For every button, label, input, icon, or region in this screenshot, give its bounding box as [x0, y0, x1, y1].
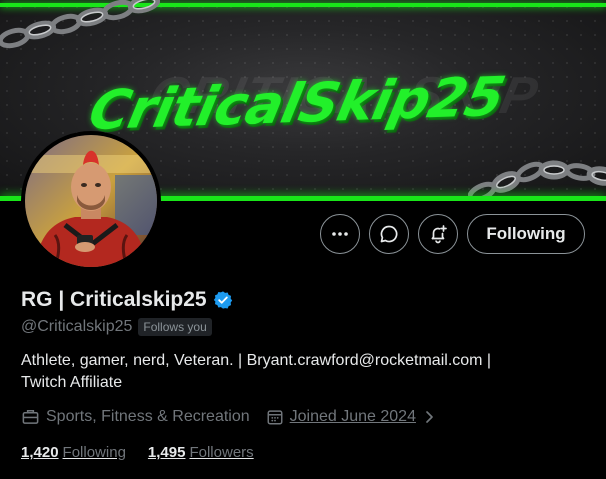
followers-count-link[interactable]: 1,495 Followers — [148, 444, 254, 461]
profile-bio: Athlete, gamer, nerd, Veteran. | Bryant.… — [21, 350, 581, 394]
profile-meta: Sports, Fitness & Recreation Joined June… — [21, 407, 442, 426]
handle-row: @Criticalskip25 Follows you — [21, 318, 212, 336]
verified-badge-icon[interactable] — [213, 290, 233, 310]
joined-date-item[interactable]: Joined June 2024 — [266, 408, 442, 426]
chevron-right-icon — [426, 410, 433, 423]
notifications-button[interactable] — [418, 214, 458, 254]
bio-line-2: Twitch Affiliate — [21, 374, 123, 391]
following-label: Following — [62, 444, 126, 461]
joined-date-label[interactable]: Joined June 2024 — [290, 408, 416, 426]
followers-count: 1,495 — [147, 444, 186, 461]
follows-you-badge: Follows you — [138, 318, 212, 336]
more-options-button[interactable] — [320, 214, 360, 254]
following-count: 1,420 — [21, 444, 59, 461]
message-button[interactable] — [369, 214, 409, 254]
bell-plus-icon — [431, 225, 447, 244]
category-item: Sports, Fitness & Recreation — [21, 407, 250, 426]
followers-label: Followers — [189, 444, 254, 461]
calendar-icon — [267, 409, 283, 424]
following-count-link[interactable]: 1,420 Following — [21, 444, 126, 461]
bio-line-1: Athlete, gamer, nerd, Veteran. | Bryant.… — [21, 352, 492, 369]
chain-decoration-bottom-right — [468, 160, 606, 200]
message-bubble-icon — [380, 225, 398, 243]
username-handle: @Criticalskip25 — [21, 318, 133, 335]
category-label: Sports, Fitness & Recreation — [46, 407, 250, 425]
follow-stats: 1,420 Following 1,495 Followers — [21, 444, 276, 461]
avatar-photo — [25, 135, 157, 267]
display-name: RG | Criticalskip25 — [21, 288, 207, 311]
more-horizontal-icon — [332, 232, 348, 236]
avatar[interactable] — [21, 131, 161, 271]
briefcase-icon — [22, 410, 39, 424]
profile-name-row: RG | Criticalskip25 — [21, 288, 233, 312]
chain-decoration-top-left — [0, 0, 160, 49]
following-button[interactable]: Following — [467, 214, 585, 254]
